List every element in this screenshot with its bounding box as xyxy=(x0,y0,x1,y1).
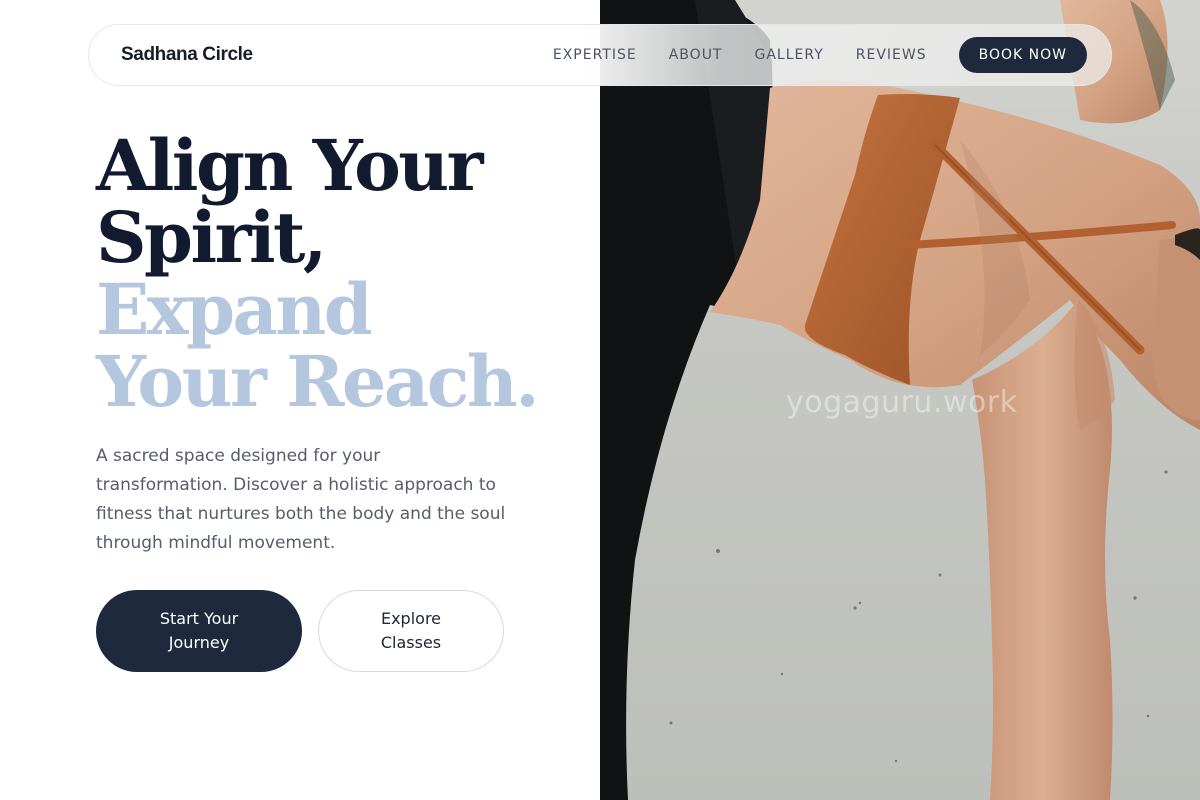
hero-headline: Align Your Spirit, Expand Your Reach. xyxy=(96,130,576,418)
book-now-button[interactable]: BOOK NOW xyxy=(958,37,1087,73)
start-journey-button[interactable]: Start Your Journey xyxy=(96,590,302,672)
nav-link-gallery[interactable]: GALLERY xyxy=(755,47,824,63)
hero-description: A sacred space designed for your transfo… xyxy=(96,446,506,553)
watermark-text: yogaguru.work xyxy=(786,385,1018,420)
hero-section: Align Your Spirit, Expand Your Reach. A … xyxy=(96,130,576,672)
hero-photo: yogaguru.work xyxy=(600,0,1200,800)
headline-line-1: Align Your xyxy=(96,124,484,207)
nav-link-expertise[interactable]: EXPERTISE xyxy=(553,47,637,63)
cta-row: Start Your Journey Explore Classes xyxy=(96,590,576,672)
top-navigation: Sadhana Circle EXPERTISE ABOUT GALLERY R… xyxy=(88,24,1112,86)
headline-line-4: Your Reach. xyxy=(96,340,540,423)
headline-line-2: Spirit, xyxy=(96,196,327,279)
explore-classes-button[interactable]: Explore Classes xyxy=(318,590,504,672)
nav-link-reviews[interactable]: REVIEWS xyxy=(856,47,927,63)
nav-link-about[interactable]: ABOUT xyxy=(669,47,723,63)
nav-links: EXPERTISE ABOUT GALLERY REVIEWS BOOK NOW xyxy=(553,37,1087,73)
headline-line-3: Expand xyxy=(96,268,373,351)
brand-logo[interactable]: Sadhana Circle xyxy=(121,44,253,66)
